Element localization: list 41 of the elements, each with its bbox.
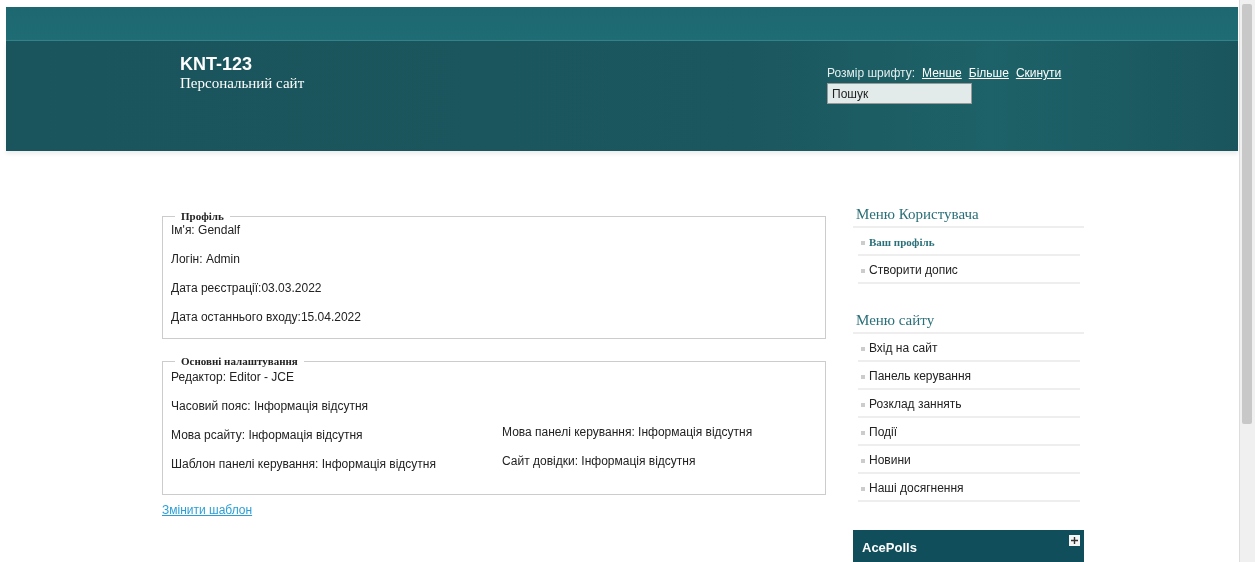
bullet-icon [861,458,865,463]
font-size-label: Розмір шрифту: [827,66,916,80]
settings-field: Редактор: Editor - JCE [171,369,502,385]
font-size-link[interactable]: Скинути [1015,66,1062,80]
profile-field: Дата останнього входу:15.04.2022 [171,309,817,325]
profile-field: Логін: Admin [171,251,817,267]
menu-heading: Меню сайту [853,312,1084,334]
menu-item[interactable]: Наші досягнення [858,474,1080,502]
menu-heading: Меню Користувача [853,206,1084,228]
profile-field: Ім'я: Gendalf [171,222,817,238]
site-title: KNT-123 [180,54,253,74]
bullet-icon [861,430,865,435]
search-field[interactable]: Пошук [827,83,972,104]
site-subtitle: Персональний сайт [180,74,305,93]
menu-item[interactable]: Розклад заннять [858,390,1080,418]
menu-item[interactable]: Вхід на сайт [858,334,1080,362]
scrollbar-thumb[interactable] [1242,4,1252,424]
menu-item[interactable]: Створити допис [858,256,1080,284]
menu-item[interactable]: Події [858,418,1080,446]
font-size-link[interactable]: Менше [922,66,962,80]
menu-item[interactable]: Панель керування [858,362,1080,390]
bullet-icon [861,402,865,407]
bullet-icon [861,240,865,245]
settings-legend: Основні налаштування [175,355,304,367]
scrollbar[interactable] [1239,0,1255,562]
settings-field: Мова панелі керування: Інформація відсутня [502,424,817,443]
settings-field: Часовий пояс: Інформація відсутня [171,398,502,414]
menu-item[interactable]: Новини [858,446,1080,474]
profile-field: Дата реєстрації:03.03.2022 [171,280,817,296]
polls-title: AcePolls [862,540,917,556]
plus-icon[interactable] [1069,535,1080,546]
profile-legend: Профіль [175,210,230,222]
settings-field: Мова рсайту: Інформація відсутня [171,427,502,443]
menu-item[interactable]: Ваш профіль [858,228,1080,256]
bullet-icon [861,486,865,491]
settings-field: Сайт довідки: Інформація відсутня [502,453,817,472]
font-size-link[interactable]: Більше [968,66,1009,80]
bullet-icon [861,374,865,379]
bullet-icon [861,346,865,351]
bullet-icon [861,268,865,273]
settings-field: Шаблон панелі керування: Інформація відсутня [171,456,502,472]
